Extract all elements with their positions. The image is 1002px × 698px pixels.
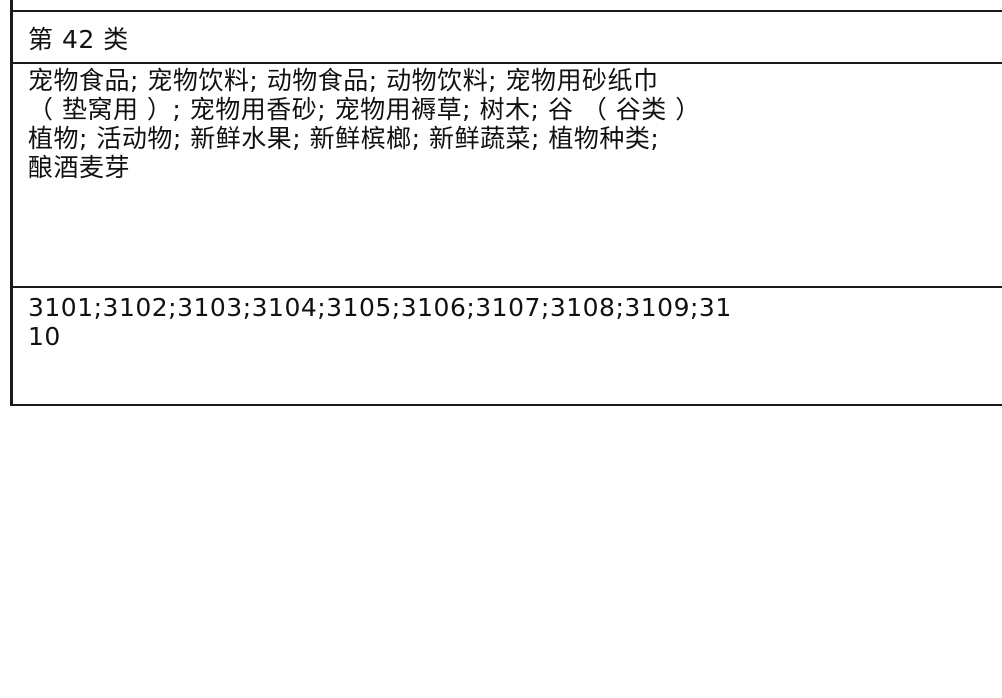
document-table: 第 42 类 宠物食品; 宠物饮料; 动物食品; 动物饮料; 宠物用砂纸巾 （ … <box>10 0 1002 406</box>
code-list: 3101;3102;3103;3104;3105;3106;3107;3108;… <box>28 293 1002 351</box>
goods-list: 宠物食品; 宠物饮料; 动物食品; 动物饮料; 宠物用砂纸巾 （ 垫窝用 ）; … <box>28 66 1002 182</box>
goods-line: 植物; 活动物; 新鲜水果; 新鲜槟榔; 新鲜蔬菜; 植物种类; <box>28 124 660 153</box>
goods-line: 酿酒麦芽 <box>28 153 131 182</box>
table-row-class: 第 42 类 <box>13 12 1002 64</box>
code-line: 3101;3102;3103;3104;3105;3106;3107;3108;… <box>28 293 732 322</box>
table-row-codes: 3101;3102;3103;3104;3105;3106;3107;3108;… <box>13 288 1002 406</box>
class-label: 第 42 类 <box>28 25 129 54</box>
goods-line: 宠物食品; 宠物饮料; 动物食品; 动物饮料; 宠物用砂纸巾 <box>28 66 659 95</box>
table-row-top-edge <box>13 0 1002 12</box>
table-row-goods: 宠物食品; 宠物饮料; 动物食品; 动物饮料; 宠物用砂纸巾 （ 垫窝用 ）; … <box>13 64 1002 288</box>
code-line: 10 <box>28 322 61 351</box>
goods-line: （ 垫窝用 ）; 宠物用香砂; 宠物用褥草; 树木; 谷 （ 谷类 ） <box>28 95 701 124</box>
